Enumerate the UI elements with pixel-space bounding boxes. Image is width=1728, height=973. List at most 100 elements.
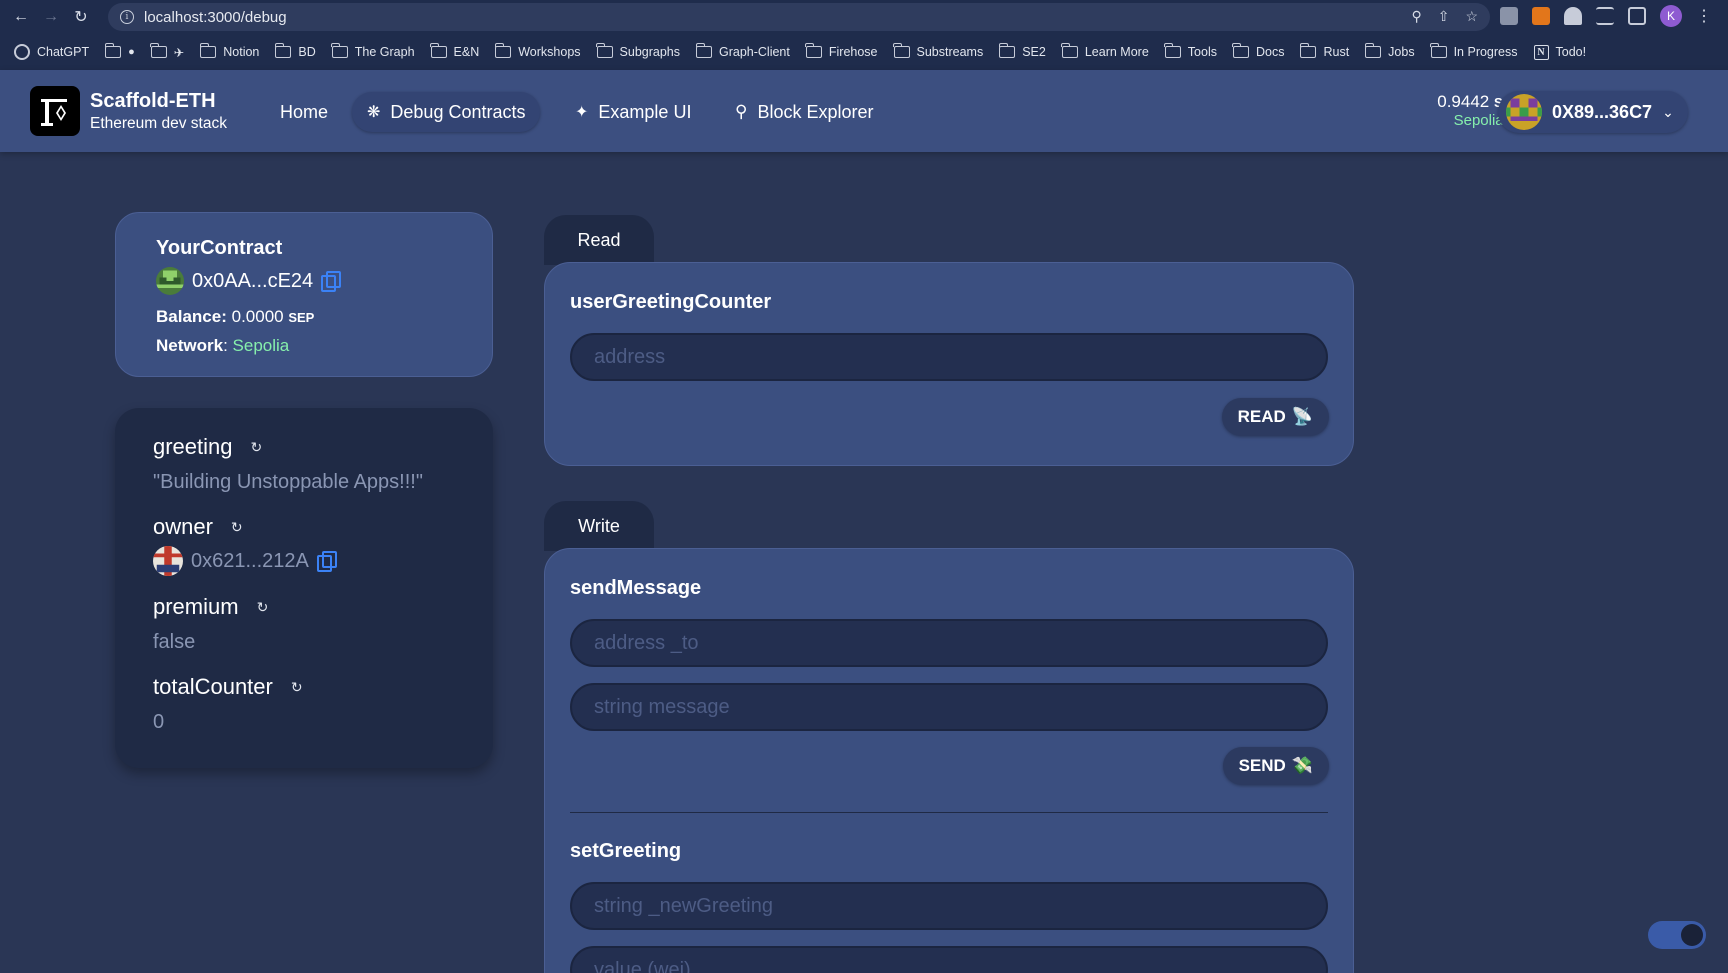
refresh-icon[interactable]: ↻	[251, 439, 263, 456]
bookmark-rust[interactable]: Rust	[1299, 43, 1349, 59]
refresh-icon[interactable]: ↻	[257, 599, 269, 616]
bookmark-todo[interactable]: N Todo!	[1533, 44, 1586, 60]
balance-amount: 0.9442	[1437, 92, 1490, 111]
bookmark-learn-more[interactable]: Learn More	[1061, 43, 1149, 59]
contract-address: 0x0AA...cE24	[192, 269, 314, 292]
read-address-input[interactable]	[570, 333, 1328, 381]
puzzle-icon[interactable]	[1564, 7, 1582, 25]
bookmark-the-graph[interactable]: The Graph	[331, 43, 415, 59]
bookmark-se2[interactable]: SE2	[998, 43, 1046, 59]
url-text: localhost:3000/debug	[144, 8, 287, 26]
folder-icon	[596, 43, 613, 58]
contract-balance: Balance: 0.0000 SEP	[156, 307, 314, 327]
crane-icon	[41, 99, 67, 126]
copy-icon[interactable]	[321, 271, 342, 292]
tab-read[interactable]: Read	[544, 215, 654, 265]
nav-debug-contracts[interactable]: ❋ Debug Contracts	[352, 92, 541, 132]
folder-icon	[998, 43, 1016, 58]
bookmark-chatgpt[interactable]: ChatGPT	[14, 44, 89, 60]
extension-cube-icon[interactable]	[1500, 7, 1518, 25]
zoom-icon[interactable]: ⚲	[1411, 8, 1421, 25]
sidepanel-icon[interactable]	[1628, 7, 1646, 25]
bookmark-workshops[interactable]: Workshops	[494, 43, 581, 59]
fn-user-greeting-counter: userGreetingCounter	[570, 291, 772, 313]
site-info-icon[interactable]: i	[120, 10, 134, 24]
send-button[interactable]: SEND 💸	[1222, 747, 1329, 785]
bookmark-docs[interactable]: Docs	[1232, 43, 1284, 59]
reload-icon[interactable]: ↻	[66, 2, 96, 32]
var-totalcounter-value: 0	[153, 711, 165, 733]
divider	[570, 812, 1328, 813]
bookmark-in-progress[interactable]: In Progress	[1430, 43, 1518, 59]
folder-icon	[1364, 43, 1382, 58]
bookmark-subgraphs[interactable]: Subgraphs	[596, 43, 680, 59]
nav-block-explorer[interactable]: ⚲ Block Explorer	[720, 92, 889, 132]
balance-unit: SEP	[288, 310, 315, 325]
var-greeting-value: "Building Unstoppable Apps!!!"	[153, 471, 423, 493]
share-icon[interactable]: ⇧	[1438, 8, 1450, 25]
theme-toggle[interactable]	[1648, 921, 1706, 949]
account-dropdown-button[interactable]: 0X89...36C7 ⌄	[1498, 91, 1688, 133]
forward-icon[interactable]: →	[36, 2, 66, 32]
menu-dots-icon[interactable]: ⋮	[1696, 6, 1712, 26]
sparkles-icon: ✦	[575, 104, 589, 121]
bookmark-firehose[interactable]: Firehose	[805, 43, 878, 59]
bookmark-e-n[interactable]: E&N	[430, 43, 479, 59]
folder-icon	[430, 43, 447, 58]
contract-address-row: 0x0AA...cE24	[156, 267, 342, 295]
bookmark-jobs[interactable]: Jobs	[1364, 43, 1415, 59]
bug-icon: ❋	[367, 104, 381, 121]
refresh-icon[interactable]: ↻	[231, 519, 243, 536]
bookmark-folder-plane[interactable]: ✈	[150, 43, 185, 60]
var-greeting-name: greeting ↻	[153, 434, 263, 459]
address-bar[interactable]: i localhost:3000/debug ⚲ ⇧ ☆	[108, 3, 1490, 31]
address-to-input[interactable]	[570, 619, 1328, 667]
chatgpt-icon	[14, 44, 30, 60]
airplane-icon: ✈	[173, 45, 185, 60]
profile-avatar[interactable]: K	[1660, 5, 1682, 27]
folder-icon	[1164, 43, 1181, 58]
network-label: Network	[156, 336, 224, 355]
folder-icon	[494, 43, 512, 58]
bookmark-bd[interactable]: BD	[274, 43, 316, 59]
money-icon: 💸	[1291, 756, 1313, 775]
nav-example-ui[interactable]: ✦ Example UI	[560, 92, 706, 132]
nav-home-label: Home	[280, 101, 329, 122]
contract-network: Network: Sepolia	[156, 336, 290, 355]
copy-icon[interactable]	[316, 551, 337, 572]
bookmark-substreams[interactable]: Substreams	[893, 43, 983, 59]
var-owner-value-row: 0x621...212A	[153, 546, 337, 576]
read-button[interactable]: READ 📡	[1221, 398, 1329, 436]
folder-icon	[331, 43, 348, 58]
folder-icon	[150, 43, 167, 58]
folder-icon	[274, 43, 292, 58]
refresh-icon[interactable]: ↻	[291, 679, 303, 696]
bookmark-notion[interactable]: Notion	[199, 43, 259, 59]
var-premium-name: premium ↻	[153, 594, 269, 619]
fn-send-message: sendMessage	[570, 577, 702, 599]
scaffold-logo-icon[interactable]	[30, 86, 80, 136]
back-icon[interactable]: ←	[6, 2, 36, 32]
var-premium-value: false	[153, 631, 196, 653]
folder-icon	[695, 43, 712, 58]
new-greeting-input[interactable]	[570, 882, 1328, 930]
media-icon[interactable]	[1596, 7, 1614, 25]
folder-icon	[1232, 43, 1249, 58]
chevron-down-icon: ⌄	[1662, 103, 1674, 120]
nav-home[interactable]: Home	[265, 92, 343, 132]
string-message-input[interactable]	[570, 683, 1328, 731]
satellite-icon: 📡	[1291, 407, 1313, 426]
bookmark-star-icon[interactable]: ☆	[1465, 8, 1478, 25]
bookmark-graph-client[interactable]: Graph-Client	[695, 43, 790, 59]
bookmark-tools[interactable]: Tools	[1164, 43, 1217, 59]
search-icon: ⚲	[735, 102, 748, 121]
metamask-icon[interactable]	[1532, 7, 1550, 25]
notion-icon: N	[1533, 44, 1549, 60]
contract-variables-card: greeting ↻ "Building Unstoppable Apps!!!…	[115, 408, 493, 768]
var-owner-name: owner ↻	[153, 514, 243, 539]
value-wei-input[interactable]	[570, 946, 1328, 973]
bookmark-folder-globe[interactable]: ●	[104, 43, 135, 58]
bookmarks-bar: ChatGPT ● ✈ Notion BD The Graph E&N Work…	[0, 34, 1728, 70]
folder-icon	[199, 43, 217, 58]
tab-write[interactable]: Write	[544, 501, 654, 551]
